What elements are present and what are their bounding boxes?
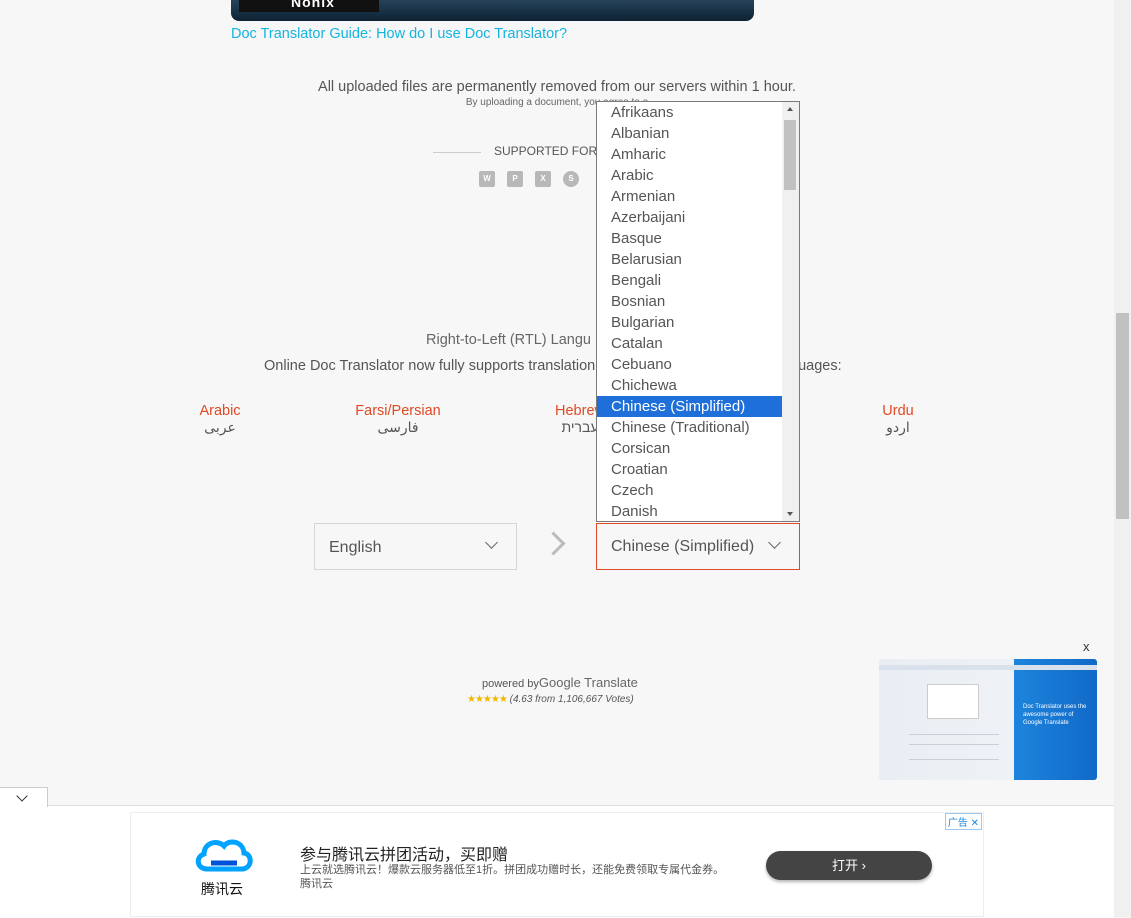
terms-notice: By uploading a document, you agree to o: [0, 97, 1114, 108]
rtl-lang-native: فارسی: [377, 419, 419, 435]
supported-formats-label: SUPPORTED FORM: [494, 144, 608, 158]
thumbnail-line: [909, 759, 999, 760]
chevron-down-icon: [16, 790, 28, 802]
dropdown-option[interactable]: Croatian: [597, 459, 783, 480]
dropdown-option[interactable]: Corsican: [597, 438, 783, 459]
dropdown-option[interactable]: Cebuano: [597, 354, 783, 375]
chevron-right-icon: ›: [861, 858, 866, 873]
dropdown-option[interactable]: Chichewa: [597, 375, 783, 396]
ad-description: 上云就选腾讯云！爆款云服务器低至1折。拼团成功赠时长，还能免费领取专属代金券。 …: [300, 864, 725, 890]
thumbnail-upload-box: [927, 684, 979, 719]
dropdown-option[interactable]: Bengali: [597, 270, 783, 291]
page-scrollbar-thumb[interactable]: [1116, 313, 1129, 519]
close-ad-button[interactable]: x: [1083, 639, 1090, 654]
dropdown-option[interactable]: Arabic: [597, 165, 783, 186]
page-scrollbar[interactable]: [1114, 0, 1131, 917]
thumbnail-browser-bar: [879, 665, 1097, 670]
powered-by-prefix: powered by: [482, 678, 539, 690]
rtl-lang-arabic: Arabic عربى: [190, 403, 250, 436]
rtl-lang-urdu: Urdu اردو: [872, 403, 924, 436]
rtl-lang-native: اردو: [886, 419, 910, 435]
scrollbar-thumb[interactable]: [784, 120, 796, 190]
scroll-up-icon[interactable]: [787, 107, 793, 111]
dropdown-option[interactable]: Chinese (Simplified): [597, 396, 783, 417]
excel-icon: X: [535, 171, 551, 187]
ad-badge-close[interactable]: ✕: [971, 818, 979, 829]
rtl-lang-name: Urdu: [882, 403, 914, 419]
ad-open-label: 打开: [832, 858, 859, 873]
dropdown-option[interactable]: Albanian: [597, 123, 783, 144]
dropdown-option[interactable]: Danish: [597, 501, 783, 521]
rtl-title: Right-to-Left (RTL) Langu: [426, 332, 591, 348]
target-language-select[interactable]: Chinese (Simplified): [596, 523, 800, 570]
dropdown-option[interactable]: Afrikaans: [597, 102, 783, 123]
dropdown-option[interactable]: Czech: [597, 480, 783, 501]
divider: [433, 152, 481, 153]
ad-badge[interactable]: 广告 ✕: [944, 813, 982, 830]
ad-title: 参与腾讯云拼团活动，买即赠: [300, 847, 509, 864]
chevron-down-icon: [768, 536, 781, 549]
chevron-down-icon: [485, 536, 498, 549]
star-rating-icon: ★★★★★: [467, 694, 508, 705]
tencent-cloud-logo-icon: [195, 839, 253, 872]
video-banner[interactable]: Nonix: [231, 0, 754, 21]
chevron-right-icon: [541, 531, 566, 556]
powered-by: powered byGoogle Translate: [482, 675, 638, 690]
dropdown-option[interactable]: Bosnian: [597, 291, 783, 312]
target-language-dropdown[interactable]: Afrikaans Albanian Amharic Arabic Armenian Az…: [596, 101, 800, 522]
dropdown-option[interactable]: Bulgarian: [597, 312, 783, 333]
target-language-value: Chinese (Simplified): [611, 538, 755, 555]
dropdown-option[interactable]: Armenian: [597, 186, 783, 207]
powerpoint-icon: P: [507, 171, 523, 187]
rtl-lang-farsi: Farsi/Persian فارسی: [348, 403, 448, 436]
rtl-lang-name: Arabic: [199, 403, 241, 419]
dropdown-option[interactable]: Catalan: [597, 333, 783, 354]
side-ad-thumbnail[interactable]: Doc Translator uses the awesome power of…: [879, 659, 1097, 780]
subtitle-icon: S: [563, 171, 579, 187]
rtl-lang-name: Farsi/Persian: [355, 403, 441, 419]
rating: ★★★★★ (4.63 from 1,106,667 Votes): [467, 694, 634, 705]
dropdown-list: Afrikaans Albanian Amharic Arabic Armenian Az…: [597, 102, 783, 521]
dropdown-scrollbar[interactable]: [782, 102, 799, 521]
rtl-description: Online Doc Translator now fully supports…: [264, 358, 596, 374]
source-language-select[interactable]: English: [314, 523, 517, 570]
scroll-down-icon[interactable]: [787, 512, 793, 516]
video-banner-text: Nonix: [291, 0, 335, 10]
thumbnail-line: [909, 734, 999, 735]
ad-badge-label: 广告: [947, 818, 968, 829]
dropdown-option[interactable]: Chinese (Traditional): [597, 417, 783, 438]
dropdown-option[interactable]: Belarusian: [597, 249, 783, 270]
dropdown-option[interactable]: Azerbaijani: [597, 207, 783, 228]
google-translate-logo: Google Translate: [538, 675, 638, 690]
collapse-ad-button[interactable]: [0, 787, 48, 807]
ad-logo-text: 腾讯云: [201, 881, 243, 897]
ad-open-button[interactable]: 打开 ›: [766, 851, 932, 880]
rating-votes: (4.63 from 1,106,667 Votes): [509, 694, 634, 705]
guide-link[interactable]: Doc Translator Guide: How do I use Doc T…: [231, 26, 567, 42]
bottom-ad[interactable]: 广告 ✕ 腾讯云 参与腾讯云拼团活动，买即赠 上云就选腾讯云！爆款云服务器低至1…: [130, 812, 984, 917]
dropdown-option[interactable]: Basque: [597, 228, 783, 249]
dropdown-option[interactable]: Amharic: [597, 144, 783, 165]
side-ad-text: Doc Translator uses the awesome power of…: [1023, 704, 1087, 726]
thumbnail-line: [909, 744, 999, 745]
source-language-value: English: [329, 539, 382, 556]
word-icon: W: [479, 171, 495, 187]
page: Nonix Doc Translator Guide: How do I use…: [0, 0, 1114, 918]
privacy-notice: All uploaded files are permanently remov…: [318, 79, 796, 95]
rtl-lang-native: عربى: [204, 419, 236, 435]
